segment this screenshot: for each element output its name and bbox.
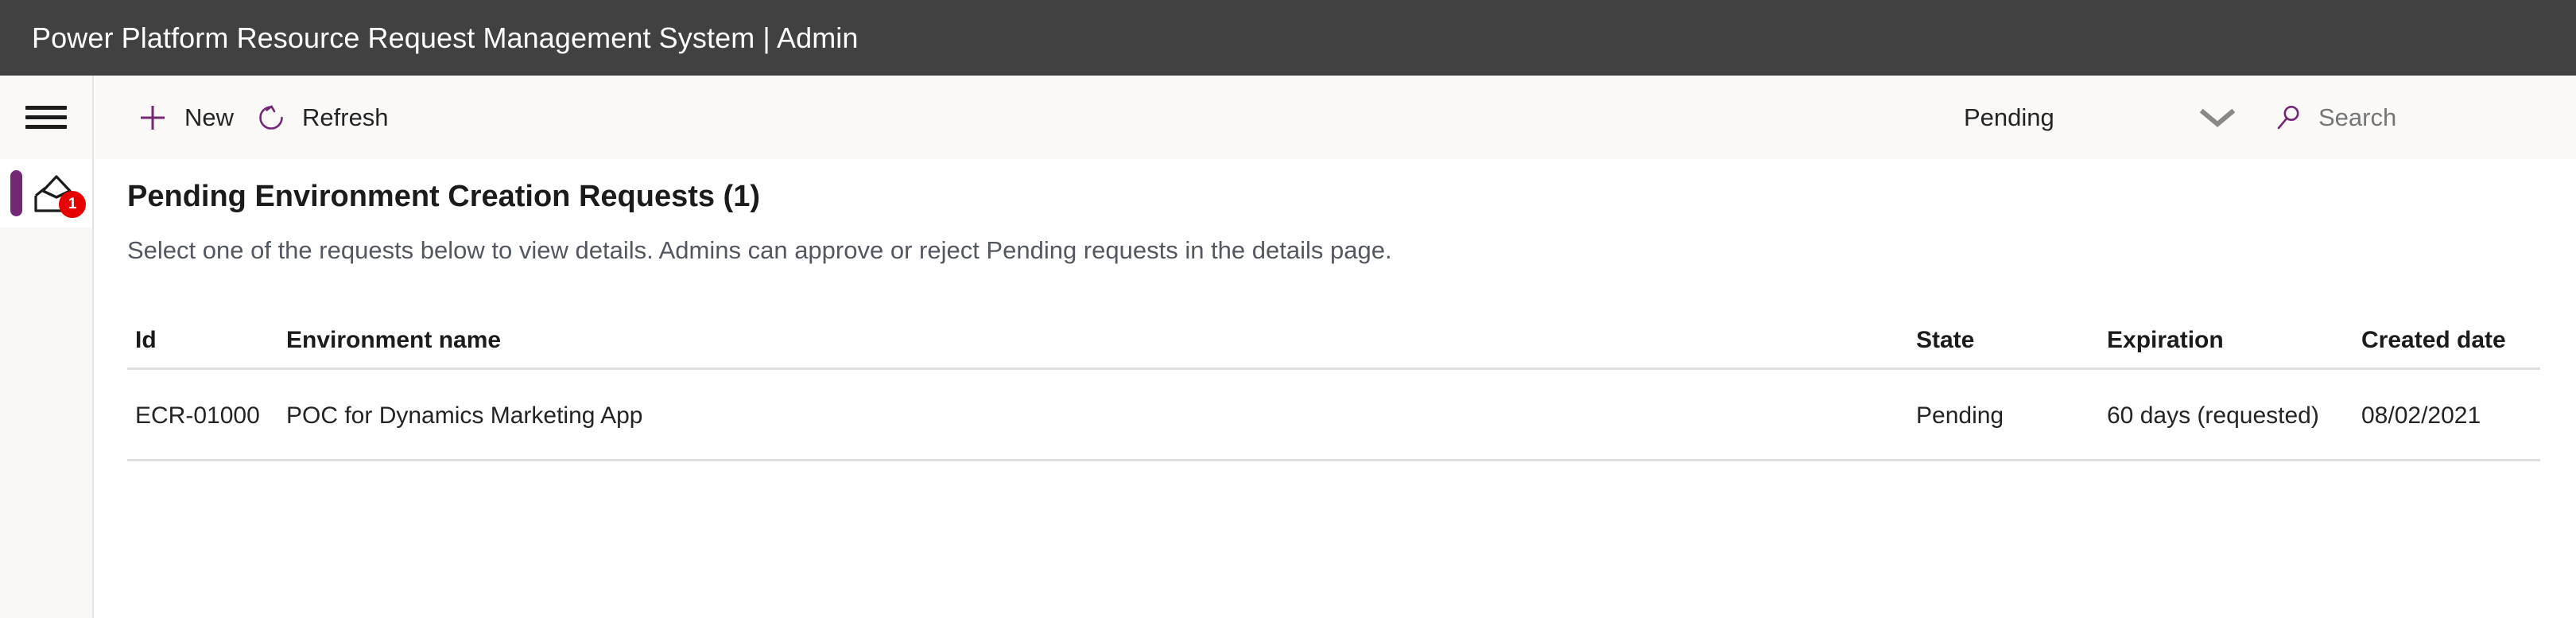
cell-state: Pending bbox=[1916, 402, 2004, 429]
main-content: Pending Environment Creation Requests (1… bbox=[95, 159, 2576, 618]
refresh-button[interactable]: Refresh bbox=[256, 76, 389, 159]
notification-badge: 1 bbox=[59, 191, 86, 218]
page-title: Pending Environment Creation Requests (1… bbox=[127, 180, 760, 213]
app-title: Power Platform Resource Request Manageme… bbox=[32, 21, 859, 54]
new-button-label: New bbox=[184, 103, 235, 131]
table-row[interactable]: ECR-01000 POC for Dynamics Marketing App… bbox=[127, 370, 2540, 461]
column-header-created-date: Created date bbox=[2361, 326, 2506, 353]
search-input[interactable]: Search bbox=[2274, 76, 2396, 159]
sidebar-item-requests[interactable]: 1 bbox=[0, 159, 92, 227]
column-header-state: State bbox=[1916, 326, 1975, 353]
column-header-expiration: Expiration bbox=[2107, 326, 2224, 353]
command-bar: New Refresh Pending Search bbox=[95, 76, 2576, 159]
table-row-divider bbox=[127, 459, 2540, 461]
left-navigation-rail: 1 bbox=[0, 76, 94, 618]
search-magnifier-icon bbox=[2274, 103, 2304, 133]
hamburger-menu-icon bbox=[25, 104, 67, 131]
state-filter-value[interactable]: Pending bbox=[1964, 76, 2054, 159]
search-placeholder: Search bbox=[2318, 103, 2397, 131]
refresh-circular-arrow-icon bbox=[256, 103, 286, 133]
new-button[interactable]: New bbox=[137, 76, 234, 159]
refresh-button-label: Refresh bbox=[302, 103, 389, 131]
app-title-bar: Power Platform Resource Request Manageme… bbox=[0, 0, 2576, 76]
plus-icon bbox=[137, 102, 169, 134]
cell-expiration: 60 days (requested) bbox=[2107, 402, 2319, 429]
active-indicator-bar bbox=[10, 170, 22, 216]
cell-id: ECR-01000 bbox=[135, 402, 260, 429]
page-subtitle: Select one of the requests below to view… bbox=[127, 236, 1392, 264]
requests-table: Id Environment name State Expiration Cre… bbox=[127, 310, 2540, 461]
cell-environment-name: POC for Dynamics Marketing App bbox=[286, 402, 643, 429]
cell-created-date: 08/02/2021 bbox=[2361, 402, 2481, 429]
column-header-id: Id bbox=[135, 326, 157, 353]
table-header-row: Id Environment name State Expiration Cre… bbox=[127, 310, 2540, 370]
chevron-down-icon[interactable] bbox=[2198, 76, 2237, 159]
menu-toggle-button[interactable] bbox=[0, 76, 92, 159]
column-header-environment-name: Environment name bbox=[286, 326, 502, 353]
